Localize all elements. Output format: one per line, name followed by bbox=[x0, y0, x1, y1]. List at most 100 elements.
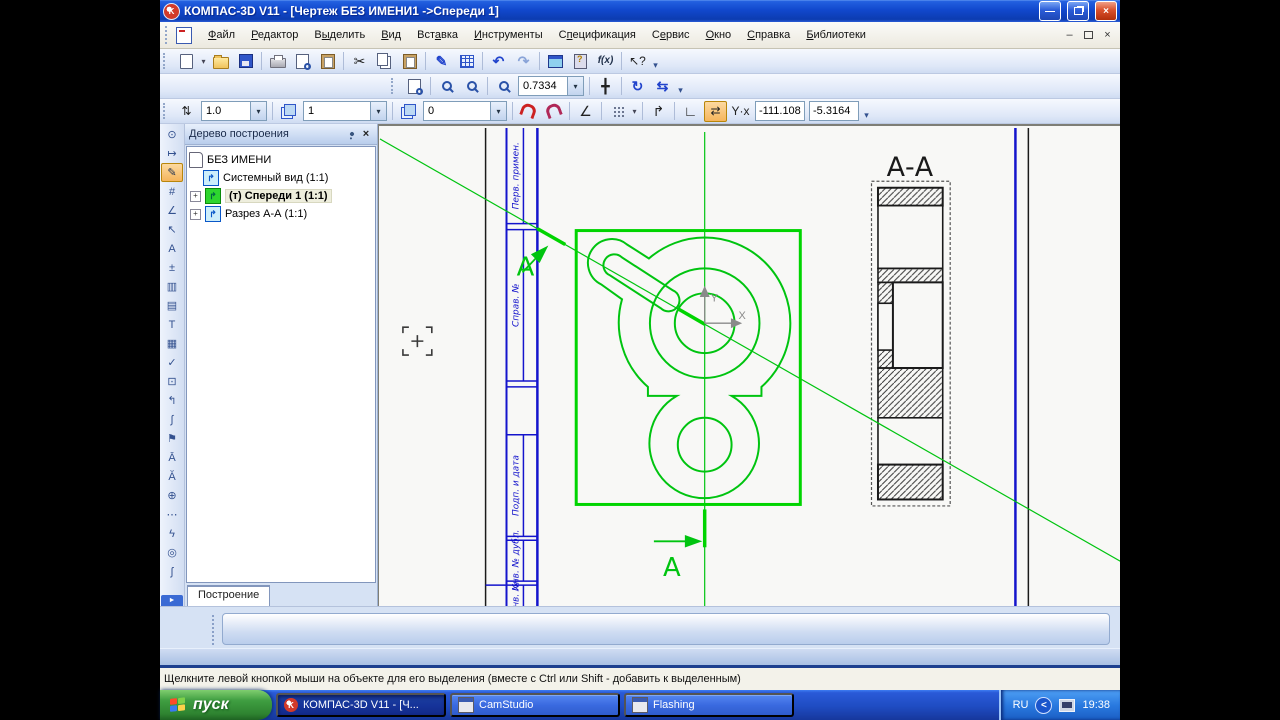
panel-expander-icon[interactable]: ► bbox=[161, 595, 183, 606]
panel-center-mark-button[interactable]: ◎ bbox=[161, 543, 183, 562]
panel-lightning-button[interactable]: ϟ bbox=[161, 524, 183, 543]
zoom-rectangle-button[interactable] bbox=[492, 76, 515, 97]
toolbar-gripper[interactable] bbox=[163, 53, 170, 70]
start-button[interactable]: пуск bbox=[160, 690, 272, 720]
context-help-button[interactable]: ↖? bbox=[626, 51, 649, 72]
document-icon[interactable] bbox=[176, 27, 192, 44]
close-button[interactable]: × bbox=[1095, 1, 1117, 21]
panel-measurement-button[interactable]: ∠ bbox=[161, 201, 183, 220]
panel-flag-mark-button[interactable]: ⚑ bbox=[161, 429, 183, 448]
layer-list-button[interactable] bbox=[397, 101, 420, 122]
paste-button[interactable] bbox=[398, 51, 421, 72]
tree-item-system-view[interactable]: ↱ Системный вид (1:1) bbox=[203, 169, 373, 187]
pin-icon[interactable] bbox=[345, 127, 359, 141]
menu-Файл[interactable]: Файл bbox=[200, 26, 243, 44]
menu-Редактор[interactable]: Редактор bbox=[243, 26, 306, 44]
tree-panel-header[interactable]: Дерево построения × bbox=[185, 124, 377, 145]
print-setup-button[interactable] bbox=[316, 51, 339, 72]
panel-base-point-button[interactable]: ⊡ bbox=[161, 372, 183, 391]
front-view[interactable] bbox=[588, 132, 790, 606]
tree-close-icon[interactable]: × bbox=[359, 127, 373, 141]
tree-item-section-view[interactable]: + ↱ Разрез А-А (1:1) bbox=[203, 205, 373, 223]
toolbar-gripper[interactable] bbox=[163, 103, 170, 120]
new-document-dropdown[interactable]: ▾ bbox=[199, 57, 208, 66]
menu-Выделить[interactable]: Выделить bbox=[306, 26, 373, 44]
mdi-close-button[interactable]: × bbox=[1099, 28, 1116, 43]
mdi-restore-button[interactable] bbox=[1080, 28, 1097, 43]
tree-item-front-view[interactable]: + ↱ (т) Спереди 1 (1:1) bbox=[203, 187, 373, 205]
current-layer-combo[interactable]: 0▾ bbox=[423, 101, 507, 121]
refresh-image-button[interactable]: ⇆ bbox=[651, 76, 674, 97]
menu-Сервис[interactable]: Сервис bbox=[644, 26, 698, 44]
task-camstudio[interactable]: CamStudio bbox=[450, 693, 620, 717]
view-list-button[interactable] bbox=[277, 101, 300, 122]
language-indicator[interactable]: RU bbox=[1013, 699, 1029, 711]
task-flashing[interactable]: Flashing bbox=[624, 693, 794, 717]
variables-button[interactable]: f(x) bbox=[594, 51, 617, 72]
panel-tolerance-button[interactable]: ✓ bbox=[161, 353, 183, 372]
panel-letter-down-button[interactable]: Ā bbox=[161, 448, 183, 467]
grid-dropdown[interactable]: ▾ bbox=[630, 107, 639, 116]
current-view-value[interactable]: 1 bbox=[304, 105, 370, 117]
drawing-canvas[interactable]: Перв. примен. Справ. № Подп. и дата Инв.… bbox=[378, 124, 1120, 606]
coordinate-x-field[interactable]: -111.108 bbox=[755, 101, 805, 121]
panel-axis-line-button[interactable]: ⋯ bbox=[161, 505, 183, 524]
coordinates-icon-button[interactable]: Y·x bbox=[729, 101, 752, 122]
open-document-button[interactable] bbox=[209, 51, 232, 72]
current-view-combo[interactable]: 1▾ bbox=[303, 101, 387, 121]
cursor-step-value-combo[interactable]: 1.0▾ bbox=[201, 101, 267, 121]
expander-icon[interactable]: + bbox=[190, 209, 201, 220]
panel-dimensions-button[interactable]: ↦ bbox=[161, 144, 183, 163]
language-bar-icon[interactable]: < bbox=[1035, 697, 1052, 714]
construction-line[interactable] bbox=[380, 139, 1120, 562]
chevron-down-icon[interactable]: ▾ bbox=[567, 77, 583, 95]
grid-toggle-button[interactable] bbox=[606, 101, 629, 122]
panel-spec-objects-button[interactable]: ▥ bbox=[161, 277, 183, 296]
recorder-tray-icon[interactable] bbox=[1059, 699, 1075, 712]
zoom-actual-button[interactable] bbox=[460, 76, 483, 97]
copy-button[interactable] bbox=[373, 51, 396, 72]
window-manager-button[interactable] bbox=[544, 51, 567, 72]
toolbar-gripper[interactable] bbox=[391, 78, 398, 95]
new-document-button[interactable] bbox=[175, 51, 198, 72]
tree-item-document[interactable]: БЕЗ ИМЕНИ bbox=[189, 151, 373, 169]
panel-selection-button[interactable]: ↖ bbox=[161, 220, 183, 239]
menu-Окно[interactable]: Окно bbox=[698, 26, 740, 44]
print-preview-button[interactable] bbox=[291, 51, 314, 72]
current-layer-value[interactable]: 0 bbox=[424, 105, 490, 117]
zoom-scale-value[interactable]: 0.7334 bbox=[519, 80, 567, 92]
redo-button[interactable]: ↷ bbox=[512, 51, 535, 72]
local-cs-button[interactable]: ↱ bbox=[647, 101, 670, 122]
panel-table-input-button[interactable]: ▦ bbox=[161, 334, 183, 353]
menu-Спецификация[interactable]: Спецификация bbox=[551, 26, 644, 44]
mdi-minimize-button[interactable]: – bbox=[1061, 28, 1078, 43]
save-document-button[interactable] bbox=[234, 51, 257, 72]
panel-parametrization-button[interactable]: # bbox=[161, 182, 183, 201]
menu-Библиотеки[interactable]: Библиотеки bbox=[798, 26, 874, 44]
chevron-down-icon[interactable]: ▾ bbox=[490, 102, 506, 120]
ortho-mode-button[interactable]: ∟ bbox=[679, 101, 702, 122]
snap-settings-button[interactable] bbox=[517, 101, 540, 122]
part-outline[interactable] bbox=[588, 238, 790, 499]
menu-Вид[interactable]: Вид bbox=[373, 26, 409, 44]
show-all-button[interactable] bbox=[403, 76, 426, 97]
toolbar-overflow-chevron[interactable]: ▾ bbox=[650, 50, 661, 73]
cursor-step-button[interactable]: ⇅ bbox=[175, 101, 198, 122]
panel-wave-line-button[interactable]: ʃ bbox=[161, 562, 183, 581]
pan-button[interactable]: ╋ bbox=[594, 76, 617, 97]
panel-leader-button[interactable]: ∫ bbox=[161, 410, 183, 429]
zoom-selected-button[interactable] bbox=[435, 76, 458, 97]
panel-document-check-button[interactable]: ▤ bbox=[161, 296, 183, 315]
panel-arrow-note-button[interactable]: ↰ bbox=[161, 391, 183, 410]
property-bar-gripper[interactable] bbox=[212, 615, 214, 645]
toolbar-overflow-chevron[interactable]: ▾ bbox=[861, 100, 872, 123]
menubar-gripper[interactable] bbox=[165, 26, 172, 44]
panel-geometry-button[interactable]: ⊙ bbox=[161, 125, 183, 144]
print-button[interactable] bbox=[266, 51, 289, 72]
task-kompas[interactable]: KКОМПАС-3D V11 - [Ч... bbox=[276, 693, 446, 717]
panel-designations-button[interactable]: A bbox=[161, 239, 183, 258]
panel-text-input-button[interactable]: T bbox=[161, 315, 183, 334]
calculator-button[interactable] bbox=[569, 51, 592, 72]
minimize-button[interactable]: — bbox=[1039, 1, 1061, 21]
coordinate-y-field[interactable]: -5.3164 bbox=[809, 101, 859, 121]
